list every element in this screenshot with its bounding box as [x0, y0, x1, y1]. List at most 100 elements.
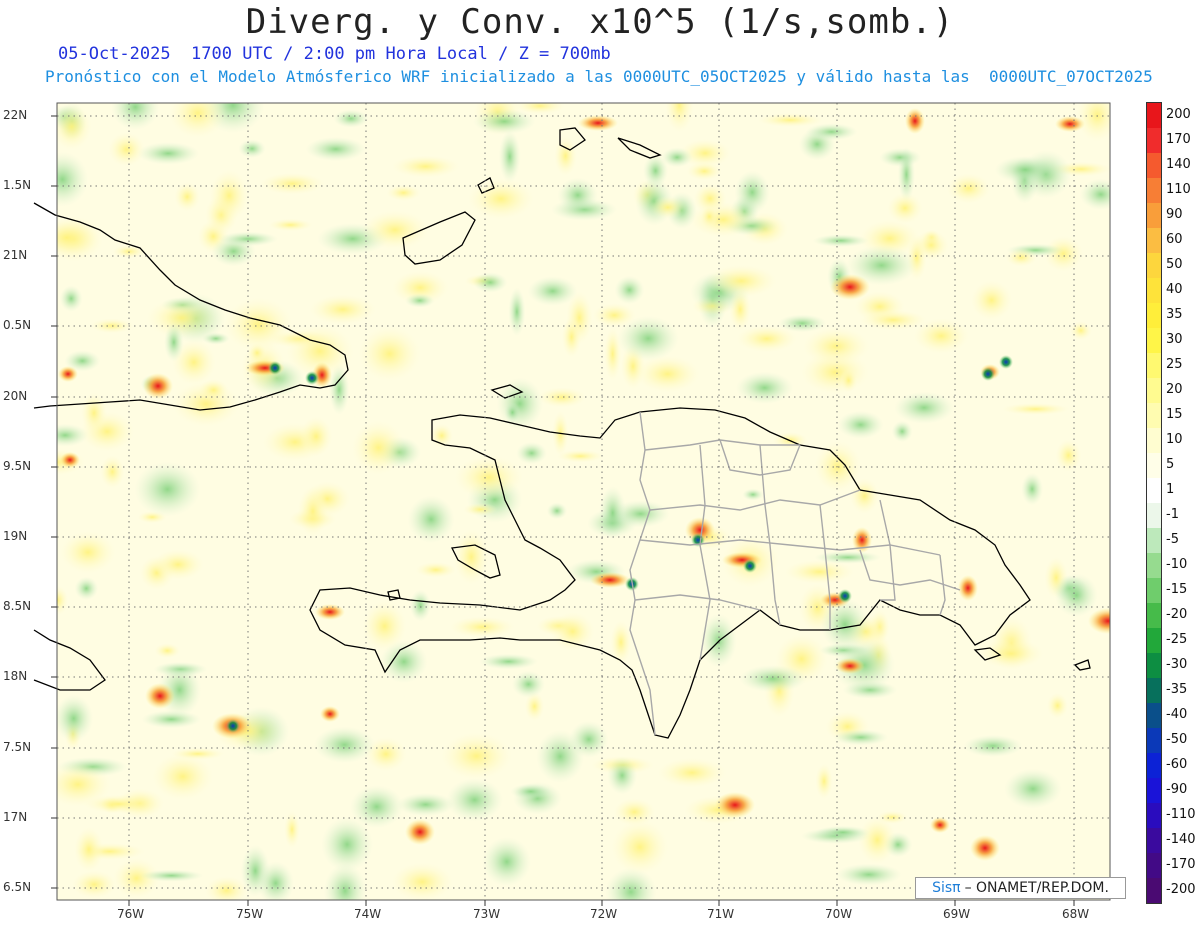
shading-blob: [361, 210, 429, 250]
shading-blob: [734, 170, 770, 215]
shading-blob: [57, 151, 89, 207]
shading-blob: [498, 130, 521, 183]
lat-label: 1.5N: [3, 178, 32, 192]
shading-blob: [994, 155, 1056, 184]
lon-label: 76W: [117, 907, 145, 921]
divergence-core: [578, 115, 618, 131]
divergence-core: [315, 604, 345, 620]
shading-blob: [735, 371, 794, 405]
shading-blob: [305, 136, 366, 162]
shading-blob: [1079, 178, 1110, 211]
shading-blob: [440, 732, 513, 780]
shading-blob: [59, 285, 83, 312]
colorbar-segment: [1147, 153, 1161, 178]
divergence-core: [1088, 608, 1110, 634]
shading-blob: [859, 309, 927, 331]
shading-blob: [137, 142, 200, 165]
shading-blob: [57, 585, 69, 616]
shading-blob: [409, 589, 431, 622]
shading-blob: [802, 327, 870, 366]
colorbar-segment: [1147, 328, 1161, 353]
divergence-core: [835, 658, 865, 674]
colorbar-label: -30: [1166, 656, 1188, 672]
colorbar-label: -50: [1166, 731, 1188, 747]
colorbar-label: 110: [1166, 181, 1191, 197]
divergence-core: [145, 683, 175, 709]
lat-label: 9.5N: [3, 459, 32, 473]
shading-blob: [297, 485, 329, 537]
colorbar-segment: [1147, 253, 1161, 278]
shading-blob: [814, 550, 882, 564]
shading-blob: [83, 794, 154, 814]
colorbar-segment: [1147, 653, 1161, 678]
colorbar-label: 40: [1166, 281, 1183, 297]
shading-blob: [592, 303, 637, 328]
lon-label: 72W: [590, 907, 618, 921]
divergence-core: [405, 819, 435, 845]
shading-blob: [1069, 321, 1092, 341]
colorbar-segment: [1147, 503, 1161, 528]
shading-blob: [610, 620, 632, 665]
divergence-core: [590, 572, 630, 588]
lat-label: 21N: [3, 248, 28, 262]
shading-blob: [508, 287, 526, 337]
field-shading: [57, 103, 1110, 900]
colorbar-segment: [1147, 528, 1161, 553]
shading-blob: [111, 103, 160, 130]
shading-blob: [386, 184, 421, 202]
colorbar-label: 30: [1166, 331, 1183, 347]
colorbar-segment: [1147, 603, 1161, 628]
colorbar-segment: [1147, 378, 1161, 403]
shading-blob: [657, 757, 727, 788]
shading-blob: [139, 869, 204, 882]
lon-label: 70W: [825, 907, 853, 921]
colorbar-label: -40: [1166, 706, 1188, 722]
shading-blob: [1054, 573, 1098, 618]
shading-blob: [891, 420, 913, 443]
shading-blob: [358, 326, 421, 382]
shading-blob: [202, 332, 230, 345]
shading-blob: [1001, 403, 1070, 416]
shading-blob: [299, 416, 333, 457]
shading-blob: [537, 387, 587, 408]
colorbar-label: 90: [1166, 206, 1183, 222]
lat-label: 0.5N: [3, 318, 32, 332]
lat-label: 7.5N: [3, 740, 32, 754]
colorbar-label: -60: [1166, 756, 1188, 772]
shading-blob: [446, 778, 503, 822]
shading-blob: [963, 734, 1023, 758]
colorbar-label: 35: [1166, 306, 1183, 322]
shading-blob: [757, 112, 824, 128]
convergence-core: [999, 355, 1013, 369]
colorbar-label: 25: [1166, 356, 1183, 372]
colorbar-segment: [1147, 403, 1161, 428]
lat-label: 6.5N: [3, 880, 32, 894]
colorbar-label: -25: [1166, 631, 1188, 647]
shading-blob: [729, 288, 752, 331]
shading-blob: [970, 280, 1013, 321]
divergence-core: [958, 575, 978, 601]
colorbar-segment: [1147, 303, 1161, 328]
colorbar-segment: [1147, 278, 1161, 303]
convergence-core: [268, 361, 282, 375]
shading-blob: [454, 455, 524, 500]
shading-blob: [463, 502, 498, 517]
shading-blob: [1076, 103, 1110, 142]
shading-blob: [449, 616, 515, 638]
colorbar-segment: [1147, 478, 1161, 503]
shading-blob: [700, 205, 719, 228]
shading-blob: [152, 752, 214, 801]
shading-blob: [259, 172, 325, 195]
shading-blob: [152, 549, 205, 581]
divergence-core: [830, 274, 870, 300]
colorbar-segment: [1147, 728, 1161, 753]
shading-blob: [664, 103, 694, 133]
shading-blob: [108, 132, 145, 167]
colorbar: [1146, 102, 1162, 904]
colorbar-segment: [1147, 428, 1161, 453]
colorbar-segment: [1147, 828, 1161, 853]
divergence-core: [60, 452, 80, 468]
shading-blob: [163, 322, 184, 362]
colorbar-label: 20: [1166, 381, 1183, 397]
shading-blob: [635, 355, 700, 393]
